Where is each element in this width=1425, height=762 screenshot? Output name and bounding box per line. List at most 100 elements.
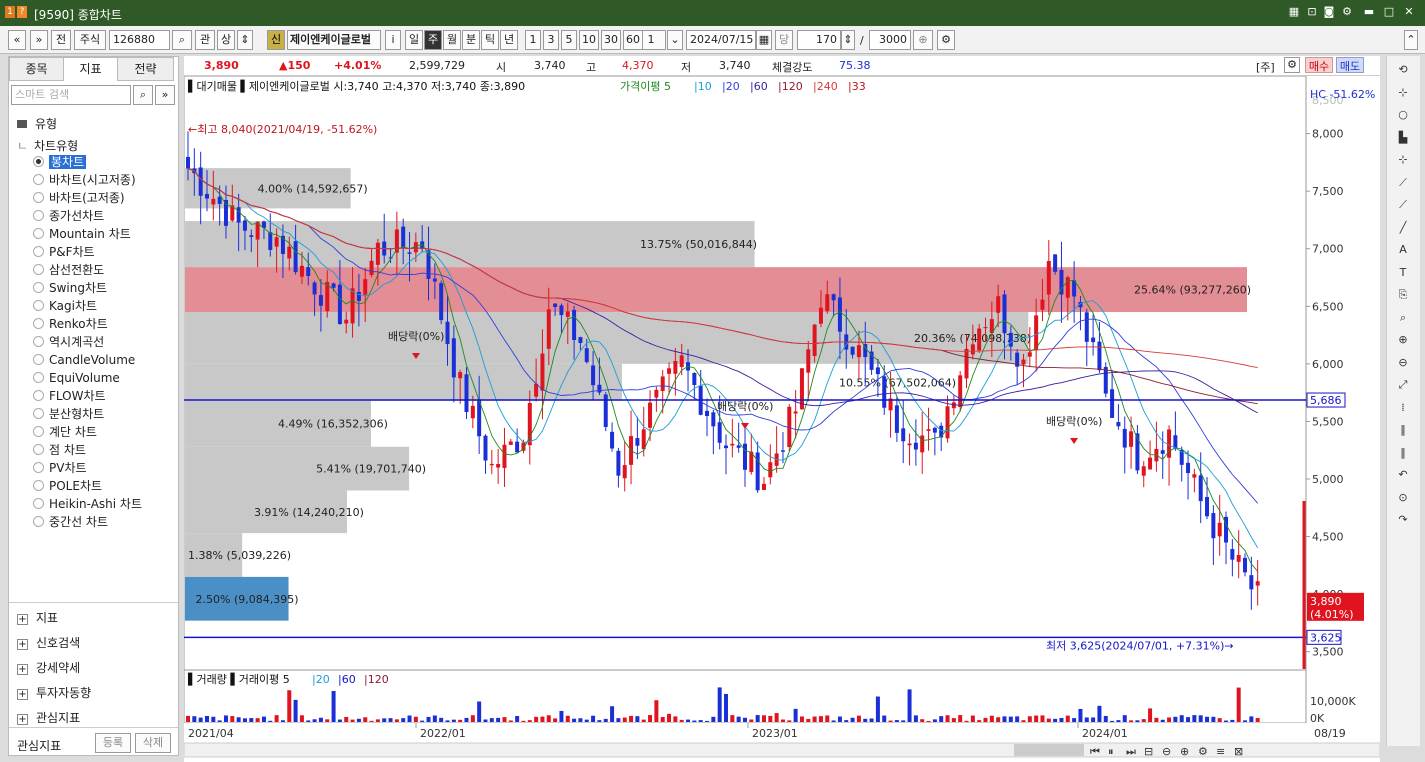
minimize-icon[interactable]: ▬ — [1362, 5, 1376, 19]
period-tab-4[interactable]: 틱 — [481, 30, 499, 50]
next-stock-button[interactable]: » — [30, 30, 48, 50]
period-tab-5[interactable]: 년 — [500, 30, 518, 50]
pen-icon[interactable]: ⟋ — [1395, 175, 1411, 191]
zoom-in-icon[interactable]: ⊕ — [1395, 332, 1411, 348]
chart-type-item[interactable]: 봉차트 — [33, 153, 87, 171]
auto-icon[interactable]: A — [1395, 242, 1411, 258]
period-tab-1[interactable]: 주 — [424, 30, 442, 50]
sell-button[interactable]: 매도 — [1336, 57, 1364, 73]
unit-button[interactable]: 당 — [775, 30, 793, 50]
shapes-icon[interactable]: ⎘ — [1395, 287, 1411, 303]
count-input[interactable]: 170 — [797, 30, 841, 50]
chart-type-item[interactable]: 점 차트 — [33, 441, 86, 459]
chart-type-item[interactable]: FLOW차트 — [33, 387, 106, 405]
chart-control-icon[interactable]: ⏮ — [1090, 745, 1100, 758]
maximize-icon[interactable]: □ — [1382, 5, 1396, 19]
count-spin-icon[interactable]: ⇕ — [841, 30, 855, 50]
chart-type-item[interactable]: EquiVolume — [33, 369, 120, 387]
crosshair-icon[interactable]: ⊹ — [1395, 85, 1411, 101]
chart-control-icon[interactable]: ⏸ — [1108, 745, 1114, 758]
chart-control-icon[interactable]: ⚙ — [1198, 745, 1208, 758]
interval-button-3[interactable]: 3 — [543, 30, 559, 50]
chart-type-item[interactable]: Kagi차트 — [33, 297, 97, 315]
chart-type-item[interactable]: 분산형차트 — [33, 405, 104, 423]
section-2[interactable]: + 강세약세 — [17, 659, 80, 676]
zoom-out-icon[interactable]: ⊖ — [1395, 355, 1411, 371]
chart-type-item[interactable]: 바차트(고저종) — [33, 189, 125, 207]
bars-icon[interactable]: ‖ — [1395, 422, 1411, 438]
chart-type-item[interactable]: Mountain 차트 — [33, 225, 131, 243]
settings-icon[interactable]: ⚙ — [1340, 5, 1354, 19]
interval-button-5[interactable]: 5 — [561, 30, 577, 50]
grid-icon[interactable]: ⁞ — [1395, 400, 1411, 416]
redo-icon[interactable]: ↷ — [1395, 512, 1411, 528]
undo-icon[interactable]: ↶ — [1395, 467, 1411, 483]
main-bracket-label[interactable]: [주] — [1256, 59, 1275, 75]
price-chart[interactable]: 4.00% (14,592,657) 13.75% (50,016,844) 25.… — [184, 76, 1380, 762]
date-input[interactable]: 2024/07/15 — [686, 30, 756, 50]
register-button[interactable]: 등록 — [95, 733, 131, 753]
pen2-icon[interactable]: ⟋ — [1395, 197, 1411, 213]
section-0[interactable]: + 지표 — [17, 609, 58, 626]
stock-name-field[interactable]: 제이엔케이글로벌 — [287, 30, 381, 50]
new-badge[interactable]: 신 — [267, 30, 285, 50]
section-3[interactable]: + 투자자동향 — [17, 684, 91, 701]
prev-stock-button[interactable]: « — [8, 30, 26, 50]
section-4[interactable]: + 관심지표 — [17, 709, 80, 726]
section-1[interactable]: + 신호검색 — [17, 634, 80, 651]
chart-type-item[interactable]: 종가선차트 — [33, 207, 104, 225]
chart-type-item[interactable]: Heikin-Ashi 차트 — [33, 495, 142, 513]
all-button[interactable]: 전 — [51, 30, 71, 50]
chart-control-icon[interactable]: ≡ — [1216, 745, 1225, 758]
collapse-icon[interactable]: » — [155, 85, 175, 105]
chart-control-icon[interactable]: ⊟ — [1144, 745, 1153, 758]
chart-type-item[interactable]: Swing차트 — [33, 279, 107, 297]
market-select[interactable]: 주식 — [74, 30, 106, 50]
chart-type-item[interactable]: PV차트 — [33, 459, 87, 477]
gear-icon[interactable]: ⚙ — [937, 30, 955, 50]
chart-type-item[interactable]: 중간선 차트 — [33, 513, 108, 531]
type-group[interactable]: 유형 — [17, 115, 57, 132]
link-icon[interactable]: ⊡ — [1305, 5, 1319, 19]
chart-type-item[interactable]: 바차트(시고저종) — [33, 171, 136, 189]
refresh-icon[interactable]: ⟲ — [1395, 62, 1411, 78]
up-button[interactable]: 상 — [217, 30, 235, 50]
text-icon[interactable]: T — [1395, 265, 1411, 281]
left-tab-2[interactable]: 전략 — [117, 57, 174, 81]
chart-type-subgroup[interactable]: ㄴ 차트유형 — [17, 137, 78, 154]
interval-button-30[interactable]: 30 — [601, 30, 621, 50]
scroll-up-icon[interactable]: ⌃ — [1404, 30, 1418, 50]
circle-icon[interactable]: ○ — [1395, 107, 1411, 123]
period-tab-0[interactable]: 일 — [405, 30, 423, 50]
spin-icon[interactable]: ⇕ — [237, 30, 253, 50]
related-button[interactable]: 관 — [195, 30, 215, 50]
chart-type-item[interactable]: POLE차트 — [33, 477, 102, 495]
chart-control-icon[interactable]: ⊠ — [1234, 745, 1243, 758]
buy-button[interactable]: 매수 — [1305, 57, 1333, 73]
bar-icon[interactable]: ▙ — [1395, 130, 1411, 146]
search-icon[interactable]: ⌕ — [133, 85, 153, 105]
pin-icon[interactable]: ▦ — [1287, 5, 1301, 19]
camera-icon[interactable]: ◙ — [1322, 5, 1336, 19]
chart-type-item[interactable]: 역시계곡선 — [33, 333, 104, 351]
left-tab-0[interactable]: 종목 — [9, 57, 64, 81]
bars2-icon[interactable]: ‖ — [1395, 445, 1411, 461]
chart-type-item[interactable]: CandleVolume — [33, 351, 135, 369]
close-icon[interactable]: ✕ — [1402, 5, 1416, 19]
interval-button-10[interactable]: 10 — [579, 30, 599, 50]
scroll-thumb[interactable] — [1014, 744, 1084, 756]
period-tab-2[interactable]: 월 — [443, 30, 461, 50]
help-icon[interactable]: ? — [17, 6, 27, 18]
chart-type-item[interactable]: Renko차트 — [33, 315, 108, 333]
stock-code-input[interactable]: 126880 — [109, 30, 170, 50]
cross-line-icon[interactable]: ⊹ — [1395, 152, 1411, 168]
zoom-icon[interactable]: ⊕ — [913, 30, 933, 50]
magnify-icon[interactable]: ⌕ — [1395, 310, 1411, 326]
search-icon[interactable]: ⌕ — [172, 30, 192, 50]
cursor-icon[interactable]: ⊙ — [1395, 490, 1411, 506]
chevron-down-icon[interactable]: ⌄ — [667, 30, 683, 50]
left-tab-1[interactable]: 지표 — [63, 57, 118, 81]
fit-icon[interactable]: ⤢ — [1395, 377, 1411, 393]
interval-button-1[interactable]: 1 — [525, 30, 541, 50]
smart-search-input[interactable]: 스마트 검색 — [11, 85, 131, 105]
